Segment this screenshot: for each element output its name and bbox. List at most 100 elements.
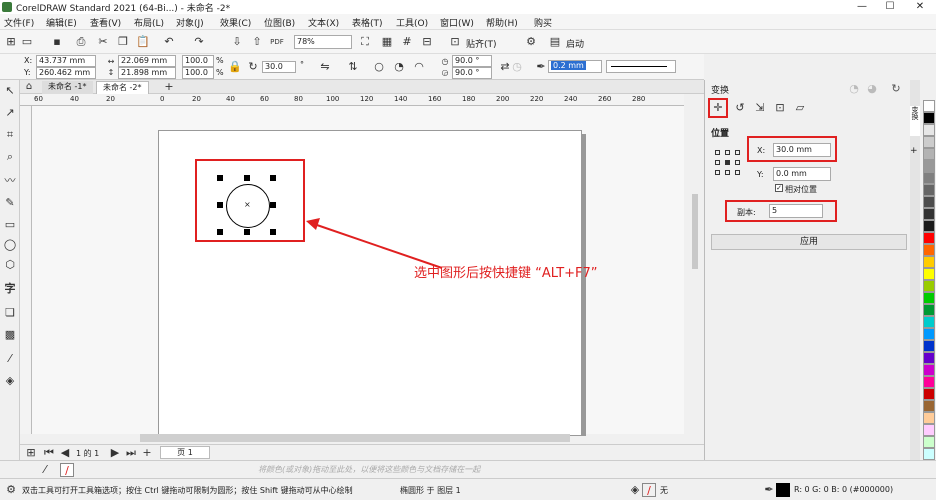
palette-swatch[interactable]: [923, 292, 935, 304]
menu-effects[interactable]: 效果(C): [220, 16, 251, 29]
selection-handle[interactable]: [270, 202, 276, 208]
add-page-end-icon[interactable]: +: [140, 446, 154, 460]
full-screen-icon[interactable]: ⛶: [358, 35, 372, 49]
selection-handle[interactable]: [217, 202, 223, 208]
freehand-tool-icon[interactable]: 〰: [3, 174, 17, 188]
ellipse-tool-icon[interactable]: ◯: [3, 238, 17, 252]
save-icon[interactable]: ▪: [50, 35, 64, 49]
palette-swatch[interactable]: [923, 256, 935, 268]
outline-width-select[interactable]: 0.2 mm: [548, 60, 602, 73]
menu-buy[interactable]: 购买: [534, 16, 552, 29]
zoom-select[interactable]: 78%: [294, 35, 352, 49]
rotate-icon[interactable]: ↺: [733, 101, 747, 115]
rectangle-tool-icon[interactable]: ▭: [3, 218, 17, 232]
menu-bitmaps[interactable]: 位图(B): [264, 16, 295, 29]
print-icon[interactable]: ⎙: [74, 35, 88, 49]
launch-dropdown[interactable]: 启动: [566, 37, 584, 50]
pie-icon[interactable]: ◔: [392, 60, 406, 74]
cut-icon[interactable]: ✂: [96, 35, 110, 49]
palette-swatch[interactable]: [923, 112, 935, 124]
docker-x-field[interactable]: 30.0 mm: [773, 143, 831, 157]
shadow-tool-icon[interactable]: ❏: [3, 306, 17, 320]
palette-swatch[interactable]: [923, 208, 935, 220]
pick-tool-icon[interactable]: ↖: [3, 84, 17, 98]
palette-swatch[interactable]: [923, 376, 935, 388]
selection-handle[interactable]: [217, 229, 223, 235]
paste-icon[interactable]: 📋: [136, 35, 150, 49]
x-position-field[interactable]: 43.737 mm: [36, 55, 96, 67]
new-document-icon[interactable]: ⊞: [4, 35, 18, 49]
palette-swatch[interactable]: [923, 412, 935, 424]
arc-icon[interactable]: ◠: [412, 60, 426, 74]
first-page-icon[interactable]: ⏮: [42, 446, 56, 460]
anchor-grid[interactable]: [715, 150, 741, 176]
palette-swatch[interactable]: [923, 184, 935, 196]
palette-swatch[interactable]: [923, 316, 935, 328]
page-tab-1[interactable]: 页 1: [160, 446, 210, 459]
minimize-button[interactable]: —: [848, 0, 876, 14]
palette-swatch[interactable]: [923, 304, 935, 316]
drawing-canvas[interactable]: × 选中图形后按快捷键 “ALT+F7”: [32, 106, 684, 442]
end-angle-field[interactable]: 90.0 °: [452, 67, 492, 79]
next-page-icon[interactable]: ▶: [108, 446, 122, 460]
side-tab-transform[interactable]: 变换: [910, 106, 920, 136]
height-field[interactable]: 21.898 mm: [118, 67, 176, 79]
menu-help[interactable]: 帮助(H): [486, 16, 518, 29]
palette-swatch[interactable]: [923, 232, 935, 244]
artistic-media-icon[interactable]: ✎: [3, 196, 17, 210]
snap-to-dropdown[interactable]: 贴齐(T): [466, 37, 497, 50]
palette-swatch[interactable]: [923, 124, 935, 136]
apply-button[interactable]: 应用: [711, 234, 907, 250]
docker-icon-1[interactable]: ◔: [847, 82, 861, 96]
y-position-field[interactable]: 260.462 mm: [36, 67, 96, 79]
palette-swatch[interactable]: [923, 280, 935, 292]
grid-icon[interactable]: #: [400, 35, 414, 49]
relative-position-checkbox[interactable]: ✓: [775, 184, 783, 192]
palette-swatch[interactable]: [923, 388, 935, 400]
menu-object[interactable]: 对象(J): [176, 16, 204, 29]
selection-handle[interactable]: [270, 229, 276, 235]
mirror-horizontal-icon[interactable]: ⇋: [318, 60, 332, 74]
palette-swatch[interactable]: [923, 100, 935, 112]
prev-page-icon[interactable]: ◀: [58, 446, 72, 460]
vertical-scrollbar-thumb[interactable]: [692, 194, 698, 269]
ellipse-icon[interactable]: ○: [372, 60, 386, 74]
eyedropper-icon[interactable]: ⁄: [38, 463, 52, 477]
options-gear-icon[interactable]: ⚙: [524, 35, 538, 49]
add-page-icon[interactable]: ⊞: [24, 446, 38, 460]
palette-swatch[interactable]: [923, 244, 935, 256]
palette-swatch[interactable]: [923, 352, 935, 364]
polygon-tool-icon[interactable]: ⬡: [3, 258, 17, 272]
export-icon[interactable]: ⇧: [250, 35, 264, 49]
docker-icon-3[interactable]: ↻: [889, 82, 903, 96]
menu-layout[interactable]: 布局(L): [134, 16, 164, 29]
scale-height-field[interactable]: 100.0: [182, 67, 214, 79]
lock-ratio-icon[interactable]: 🔒: [228, 60, 242, 74]
copies-field[interactable]: 5: [769, 204, 823, 218]
palette-swatch[interactable]: [923, 340, 935, 352]
text-tool-icon[interactable]: 字: [3, 282, 17, 296]
size-icon[interactable]: ⊡: [773, 101, 787, 115]
tab-document-2[interactable]: 未命名 -2*: [96, 81, 149, 94]
add-tab-icon[interactable]: +: [162, 80, 176, 94]
crop-tool-icon[interactable]: ⌗: [3, 128, 17, 142]
close-button[interactable]: ✕: [906, 0, 934, 14]
palette-swatch[interactable]: [923, 448, 935, 460]
rulers-icon[interactable]: ▦: [380, 35, 394, 49]
snap-icon[interactable]: ⊡: [448, 35, 462, 49]
position-icon[interactable]: ✛: [711, 101, 725, 115]
add-docker-icon[interactable]: +: [910, 146, 918, 156]
rotation-angle-field[interactable]: 30.0: [262, 61, 296, 73]
palette-swatch[interactable]: [923, 172, 935, 184]
copy-icon[interactable]: ❐: [116, 35, 130, 49]
tab-document-1[interactable]: 未命名 -1*: [42, 81, 93, 94]
selection-handle[interactable]: [244, 175, 250, 181]
import-icon[interactable]: ⇩: [230, 35, 244, 49]
horizontal-scrollbar[interactable]: [140, 434, 570, 442]
pdf-icon[interactable]: PDF: [270, 35, 284, 49]
menu-text[interactable]: 文本(X): [308, 16, 339, 29]
zoom-tool-icon[interactable]: ⌕: [3, 150, 17, 164]
eyedropper-tool-icon[interactable]: ⁄: [3, 352, 17, 366]
docker-y-field[interactable]: 0.0 mm: [773, 167, 831, 181]
palette-swatch[interactable]: [923, 220, 935, 232]
